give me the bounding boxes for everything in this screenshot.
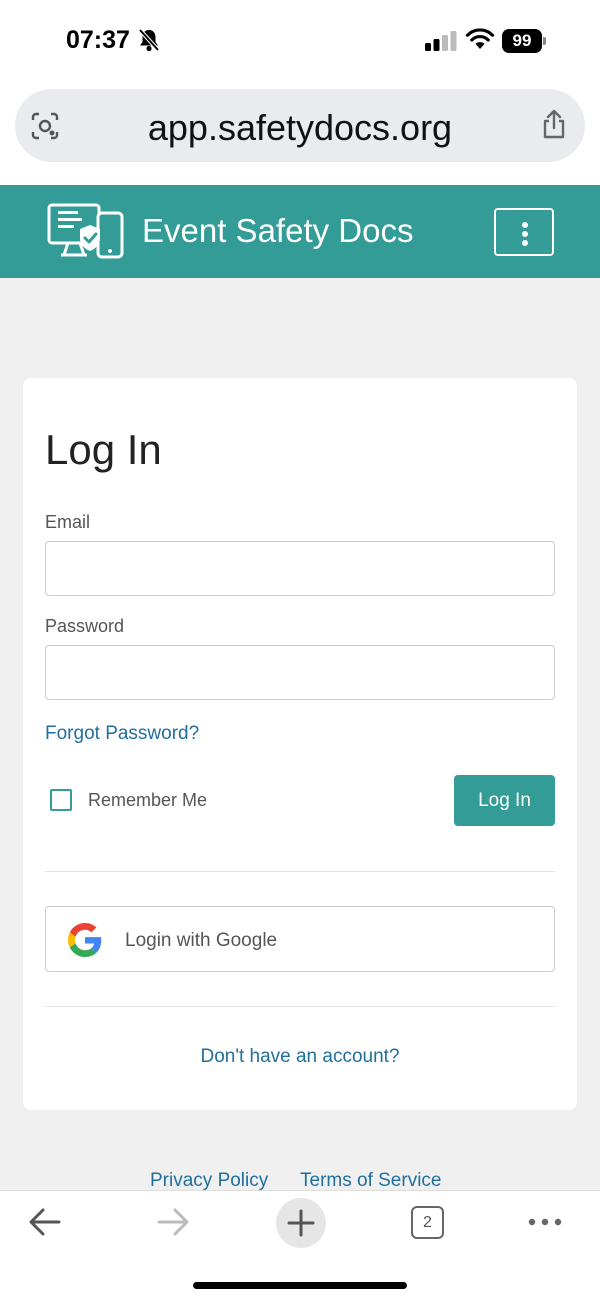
signup-link[interactable]: Don't have an account? (23, 1046, 577, 1068)
bell-slash-icon (138, 28, 160, 52)
divider (45, 871, 555, 872)
menu-button[interactable] (494, 208, 554, 256)
plus-icon (287, 1209, 315, 1237)
password-label: Password (45, 616, 125, 636)
status-time: 07:37 (66, 26, 130, 54)
battery-level: 99 (502, 29, 542, 53)
privacy-policy-link[interactable]: Privacy Policy (150, 1170, 268, 1192)
url-text: app.safetydocs.org (147, 107, 453, 148)
terms-of-service-link[interactable]: Terms of Service (300, 1170, 441, 1192)
home-indicator (193, 1282, 407, 1289)
battery-icon: 99 (502, 29, 546, 53)
share-icon[interactable] (541, 109, 567, 139)
cellular-signal-icon (425, 31, 457, 51)
google-icon (68, 923, 102, 957)
remember-me-label[interactable]: Remember Me (88, 790, 207, 811)
email-field[interactable] (45, 541, 555, 596)
password-field[interactable] (45, 645, 555, 700)
login-card: Log In Email Password Forgot Password? R… (23, 378, 577, 1110)
app-title: Event Safety Docs (142, 212, 414, 249)
browser-chrome: app.safetydocs.org (0, 84, 600, 185)
more-icon[interactable] (527, 1205, 563, 1239)
page-title: Log In (45, 426, 162, 473)
tabs-icon[interactable]: 2 (411, 1206, 444, 1239)
status-bar: 07:37 99 (0, 0, 600, 84)
login-button[interactable]: Log In (454, 775, 555, 826)
email-label: Email (45, 512, 91, 532)
address-bar[interactable]: app.safetydocs.org (15, 89, 585, 162)
devices-shield-icon (47, 203, 124, 259)
browser-toolbar: 2 (0, 1190, 600, 1300)
divider (45, 1006, 555, 1007)
google-login-label: Login with Google (125, 930, 278, 951)
wifi-icon (465, 28, 495, 49)
forgot-password-link[interactable]: Forgot Password? (45, 723, 199, 745)
remember-me-checkbox[interactable] (50, 789, 72, 811)
forward-arrow-icon[interactable] (155, 1205, 191, 1239)
new-tab-button[interactable] (276, 1198, 326, 1248)
app-header: Event Safety Docs (0, 185, 600, 278)
back-arrow-icon[interactable] (27, 1205, 63, 1239)
footer-links: Privacy Policy Terms of Service (0, 1170, 600, 1192)
google-login-button[interactable]: Login with Google (45, 906, 555, 972)
